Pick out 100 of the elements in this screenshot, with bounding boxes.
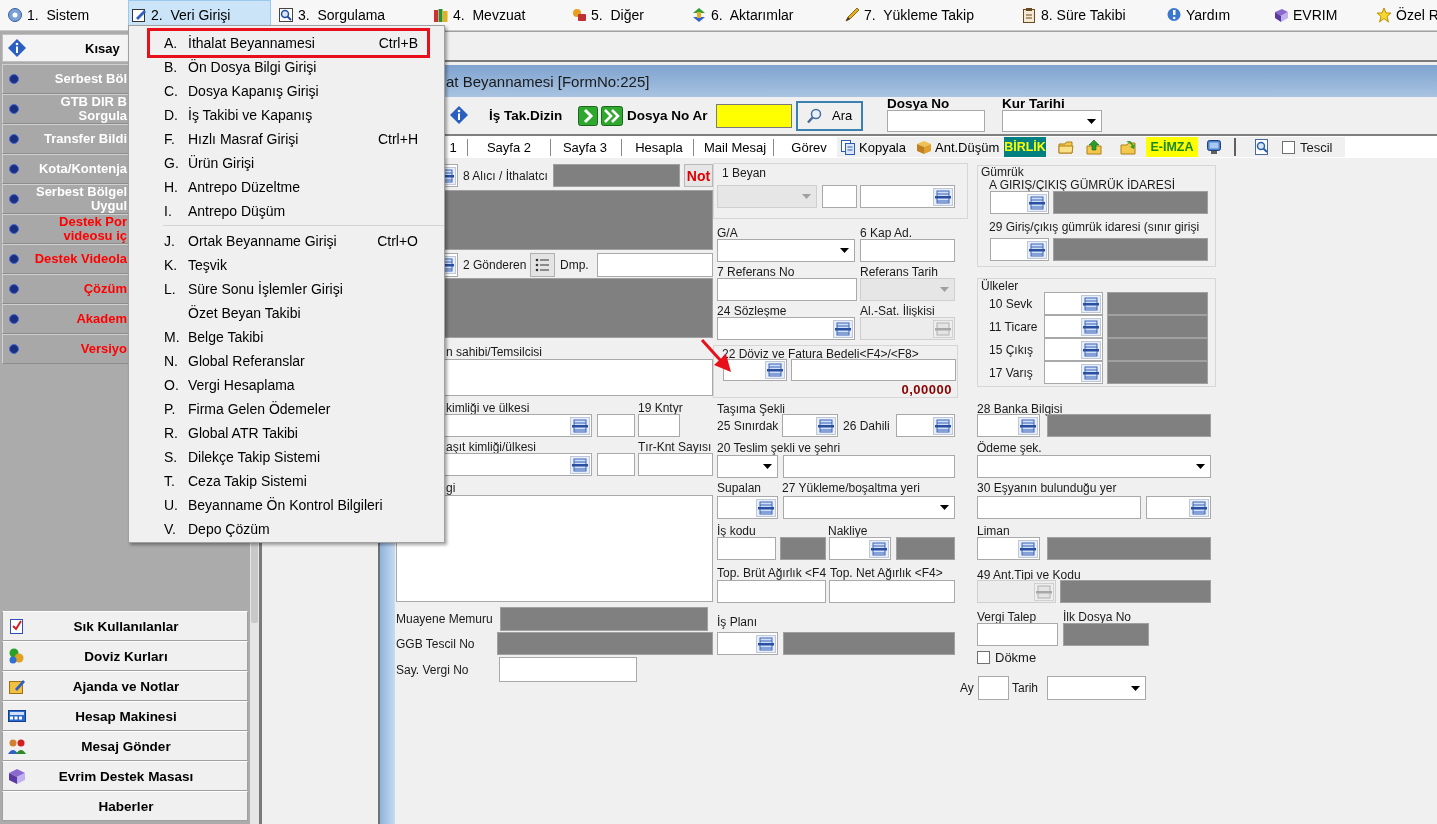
caret-icon[interactable] (940, 505, 949, 510)
table-icon[interactable] (765, 361, 785, 379)
table-icon[interactable] (1027, 193, 1047, 212)
text-field[interactable] (977, 623, 1058, 646)
table-icon[interactable] (833, 319, 853, 338)
lookup-field[interactable] (990, 191, 1049, 214)
table-icon[interactable] (1027, 240, 1047, 259)
table-icon[interactable] (570, 416, 590, 435)
info-icon[interactable] (7, 38, 27, 58)
menu-item[interactable]: 6. Aktarımlar (684, 0, 837, 30)
upload-icon[interactable] (1086, 139, 1102, 155)
sidebar-button[interactable]: Mesaj Gönder (2, 731, 248, 761)
menu-item[interactable]: S. Dilekçe Takip Sistemi (150, 445, 427, 469)
lookup-field[interactable] (977, 537, 1040, 560)
tab[interactable]: Sayfa 3 (560, 139, 610, 155)
preview-icon[interactable] (1253, 138, 1270, 156)
text-field[interactable] (822, 185, 857, 208)
next-icon[interactable] (578, 105, 598, 126)
text-field[interactable] (638, 453, 713, 476)
list-icon[interactable] (530, 253, 555, 277)
table-icon[interactable] (1081, 340, 1101, 359)
menu-item[interactable]: 7. Yükleme Takip (837, 0, 1014, 30)
lookup-field[interactable] (1044, 292, 1103, 315)
menu-item[interactable]: 4. Mevzuat (426, 0, 564, 30)
text-field[interactable] (717, 278, 857, 301)
text-field[interactable] (978, 676, 1009, 700)
menu-item[interactable]: 5. Diğer (564, 0, 684, 30)
text-field[interactable] (499, 657, 637, 682)
search-field[interactable] (716, 103, 792, 128)
text-field[interactable] (791, 359, 956, 381)
text-field[interactable] (783, 455, 955, 478)
lookup-field[interactable] (782, 414, 838, 437)
menu-item[interactable]: T. Ceza Takip Sistemi (150, 469, 427, 493)
text-field[interactable] (597, 414, 635, 437)
text-field[interactable] (597, 453, 635, 476)
table-icon[interactable] (869, 539, 889, 558)
table-icon[interactable] (1081, 363, 1101, 382)
table-icon[interactable] (816, 416, 836, 435)
sidebar-button[interactable]: Hesap Makinesi (2, 701, 248, 731)
menu-item[interactable]: 8. Süre Takibi (1014, 0, 1159, 30)
lookup-field[interactable] (977, 414, 1040, 437)
lookup-field[interactable] (829, 537, 891, 560)
text-field[interactable] (887, 110, 985, 132)
lookup-field[interactable] (717, 317, 855, 340)
lookup-field[interactable] (723, 359, 787, 381)
text-field[interactable] (717, 580, 826, 603)
menu-item[interactable]: R. Global ATR Takibi (150, 421, 427, 445)
lookup-field[interactable] (717, 496, 778, 519)
menu-item[interactable]: O. Vergi Hesaplama (150, 373, 427, 397)
menu-item[interactable]: U. Beyanname Ön Kontrol Bilgileri (150, 493, 427, 517)
lookup-field[interactable] (1044, 361, 1103, 384)
search-button[interactable]: Ara (796, 100, 863, 131)
text-field[interactable] (860, 239, 955, 262)
table-icon[interactable] (933, 187, 953, 206)
table-icon[interactable] (1081, 317, 1101, 336)
caret-icon[interactable] (1196, 464, 1205, 469)
tab[interactable]: Hesapla (632, 139, 686, 155)
text-field[interactable] (717, 537, 776, 560)
table-icon[interactable] (1081, 294, 1101, 313)
menu-item[interactable]: V. Depo Çözüm (150, 517, 427, 541)
caret-icon[interactable] (840, 248, 849, 253)
menu-item[interactable]: 1. Sistem (0, 0, 128, 30)
table-icon[interactable] (933, 416, 953, 435)
tab[interactable]: Sayfa 2 (484, 139, 534, 155)
sidebar-button[interactable]: Evrim Destek Masası (2, 761, 248, 791)
text-field[interactable] (977, 496, 1141, 519)
menu-item[interactable]: Yardım (1159, 0, 1266, 30)
lookup-field[interactable] (990, 238, 1049, 261)
caret-icon[interactable] (1087, 118, 1096, 124)
tab[interactable]: Görev (788, 139, 830, 155)
caret-icon[interactable] (1131, 685, 1140, 691)
menu-item[interactable]: A. İthalat Beyannamesi Ctrl+B (150, 31, 427, 55)
monitor-icon[interactable] (1206, 139, 1222, 155)
tab[interactable]: Mail Mesaj (700, 139, 770, 155)
caret-icon[interactable] (763, 464, 772, 469)
table-icon[interactable] (570, 455, 590, 474)
toolbar-button[interactable]: Ant.Düşüm (916, 139, 1004, 155)
folder-arrow-icon[interactable] (1120, 139, 1136, 155)
table-icon[interactable] (1018, 539, 1038, 558)
table-icon[interactable] (1018, 416, 1038, 435)
lookup-field[interactable] (1044, 338, 1103, 361)
lookup-field[interactable] (1044, 315, 1103, 338)
sidebar-button[interactable]: Haberler (2, 791, 248, 821)
text-field[interactable] (829, 580, 955, 603)
sidebar-button[interactable]: Doviz Kurları (2, 641, 248, 671)
tab[interactable]: 1 (445, 139, 461, 155)
lookup-field[interactable] (1146, 496, 1211, 519)
checkbox[interactable] (977, 650, 990, 664)
fast-forward-icon[interactable] (601, 105, 623, 126)
info-icon[interactable] (449, 104, 471, 127)
sidebar-button[interactable]: Ajanda ve Notlar (2, 671, 248, 701)
table-icon[interactable] (756, 634, 776, 653)
sidebar-button[interactable]: Sık Kullanılanlar (2, 611, 248, 641)
lookup-field[interactable] (860, 185, 955, 208)
note-button[interactable]: Not (684, 164, 713, 187)
table-icon[interactable] (1189, 498, 1209, 517)
checkbox[interactable] (1282, 140, 1295, 154)
lookup-field[interactable] (717, 632, 778, 655)
menu-item[interactable]: EVRIM (1266, 0, 1369, 30)
badge-button[interactable]: E-İMZA (1146, 137, 1198, 157)
